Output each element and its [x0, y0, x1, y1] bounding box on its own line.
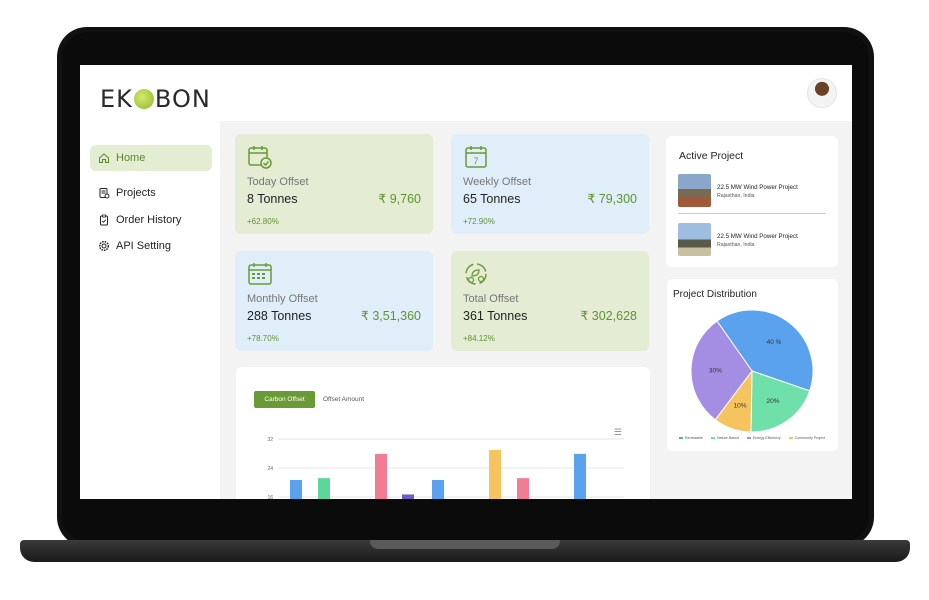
top-bar: EK BON	[80, 65, 852, 121]
offset-chart-card: Carbon Offset Offset Amount ☰ 32 24 16	[236, 367, 650, 499]
eco-cycle-icon	[463, 261, 489, 287]
chart-bar	[290, 479, 302, 499]
stat-value: ₹ 3,51,360	[360, 309, 421, 323]
pie-slice-label: 30%	[709, 367, 722, 374]
legend-item: Energy Efficiency	[746, 436, 781, 440]
legend-label: Nature Based	[716, 436, 739, 440]
chart-bar	[489, 449, 501, 499]
sidebar-item-label: API Setting	[116, 240, 172, 252]
stat-amount: 65 Tonnes	[463, 192, 521, 206]
sidebar-item-label: Order History	[116, 214, 182, 226]
legend-swatch	[679, 437, 683, 439]
app-screen: EK BON Home Projects Order History API S…	[80, 65, 852, 499]
sidebar-item-api-setting[interactable]: API Setting	[90, 233, 212, 259]
calendar-week-icon: 7	[463, 144, 489, 170]
stat-label: Total Offset	[463, 293, 519, 305]
stat-value: ₹ 9,760	[378, 192, 421, 206]
bar-chart: 32 24 16	[267, 437, 624, 499]
chart-bar	[375, 453, 387, 499]
y-tick-label: 24	[267, 466, 273, 472]
pie-chart: 40 % 20% 10% 30%	[690, 309, 814, 433]
order-history-icon	[98, 214, 110, 226]
project-item[interactable]: 22.5 MW Wind Power Project Rajasthan, In…	[678, 174, 828, 208]
project-location: Rajasthan, India	[717, 242, 755, 248]
pie-slice-label: 40 %	[767, 339, 782, 346]
legend-swatch	[746, 437, 751, 439]
project-thumbnail	[678, 223, 711, 256]
sidebar-item-home[interactable]: Home	[90, 145, 212, 171]
logo-o-icon	[133, 89, 154, 109]
divider	[678, 213, 826, 214]
stat-change: +62.80%	[247, 217, 279, 226]
stat-change: +84.12%	[463, 334, 495, 343]
stat-value: ₹ 302,628	[580, 309, 637, 323]
project-item[interactable]: 22.5 MW Wind Power Project Rajasthan, In…	[678, 223, 828, 257]
stat-amount: 361 Tonnes	[463, 309, 528, 323]
stat-card-weekly[interactable]: 7 Weekly Offset 65 Tonnes ₹ 79,300 +72.9…	[451, 134, 649, 234]
legend-label: Energy Efficiency	[752, 436, 781, 440]
active-project-title: Active Project	[679, 150, 744, 162]
project-thumbnail	[678, 174, 711, 207]
stat-value: ₹ 79,300	[587, 192, 637, 206]
active-project-card: Active Project 22.5 MW Wind Power Projec…	[666, 136, 838, 267]
stat-label: Monthly Offset	[247, 293, 318, 305]
sidebar-item-order-history[interactable]: Order History	[90, 207, 212, 233]
chart-bar	[402, 494, 414, 499]
app-logo[interactable]: EK BON	[100, 85, 211, 113]
stat-label: Today Offset	[247, 176, 309, 188]
projects-icon	[98, 187, 110, 199]
legend-item: Community Project	[788, 436, 826, 440]
home-icon	[98, 152, 110, 164]
chart-bar	[574, 453, 586, 499]
project-location: Rajasthan, India	[717, 193, 755, 199]
legend-item: Renewable	[679, 436, 703, 440]
svg-text:7: 7	[473, 156, 478, 166]
laptop-notch	[370, 540, 560, 549]
sidebar: Home Projects Order History API Setting	[80, 121, 220, 499]
sidebar-item-label: Home	[116, 152, 146, 164]
pie-slice-label: 20%	[766, 398, 779, 405]
legend-label: Community Project	[794, 436, 826, 440]
legend-label: Renewable	[685, 436, 703, 440]
calendar-check-icon	[247, 144, 273, 170]
y-tick-label: 32	[267, 437, 273, 443]
sidebar-item-label: Projects	[116, 187, 156, 199]
legend-swatch	[788, 437, 793, 439]
stat-change: +72.90%	[463, 217, 495, 226]
user-avatar[interactable]	[807, 78, 837, 108]
stat-amount: 8 Tonnes	[247, 192, 298, 206]
legend-swatch	[710, 437, 715, 439]
stat-card-monthly[interactable]: Monthly Offset 288 Tonnes ₹ 3,51,360 +78…	[235, 251, 433, 351]
chart-bar	[318, 478, 330, 499]
y-tick-label: 16	[267, 495, 273, 499]
distribution-title: Project Distribution	[673, 289, 757, 300]
legend-item: Nature Based	[710, 436, 739, 440]
stat-card-today[interactable]: Today Offset 8 Tonnes ₹ 9,760 +62.80%	[235, 134, 433, 234]
stat-change: +78.70%	[247, 334, 279, 343]
api-setting-icon	[98, 240, 110, 252]
pie-legend: Renewable Nature Based Energy Efficiency…	[679, 436, 829, 440]
calendar-month-icon	[247, 261, 273, 287]
stat-card-total[interactable]: Total Offset 361 Tonnes ₹ 302,628 +84.12…	[451, 251, 649, 351]
pie-slice-label: 10%	[734, 403, 747, 410]
project-name: 22.5 MW Wind Power Project	[717, 184, 798, 191]
project-name: 22.5 MW Wind Power Project	[717, 233, 798, 240]
sidebar-item-projects[interactable]: Projects	[90, 180, 212, 206]
project-distribution-card: 40 % 20% 10% 30% Project Distribution Renew…	[667, 279, 838, 451]
chart-bar	[517, 478, 529, 499]
stat-label: Weekly Offset	[463, 176, 532, 188]
chart-bar	[432, 479, 444, 499]
stat-amount: 288 Tonnes	[247, 309, 312, 323]
